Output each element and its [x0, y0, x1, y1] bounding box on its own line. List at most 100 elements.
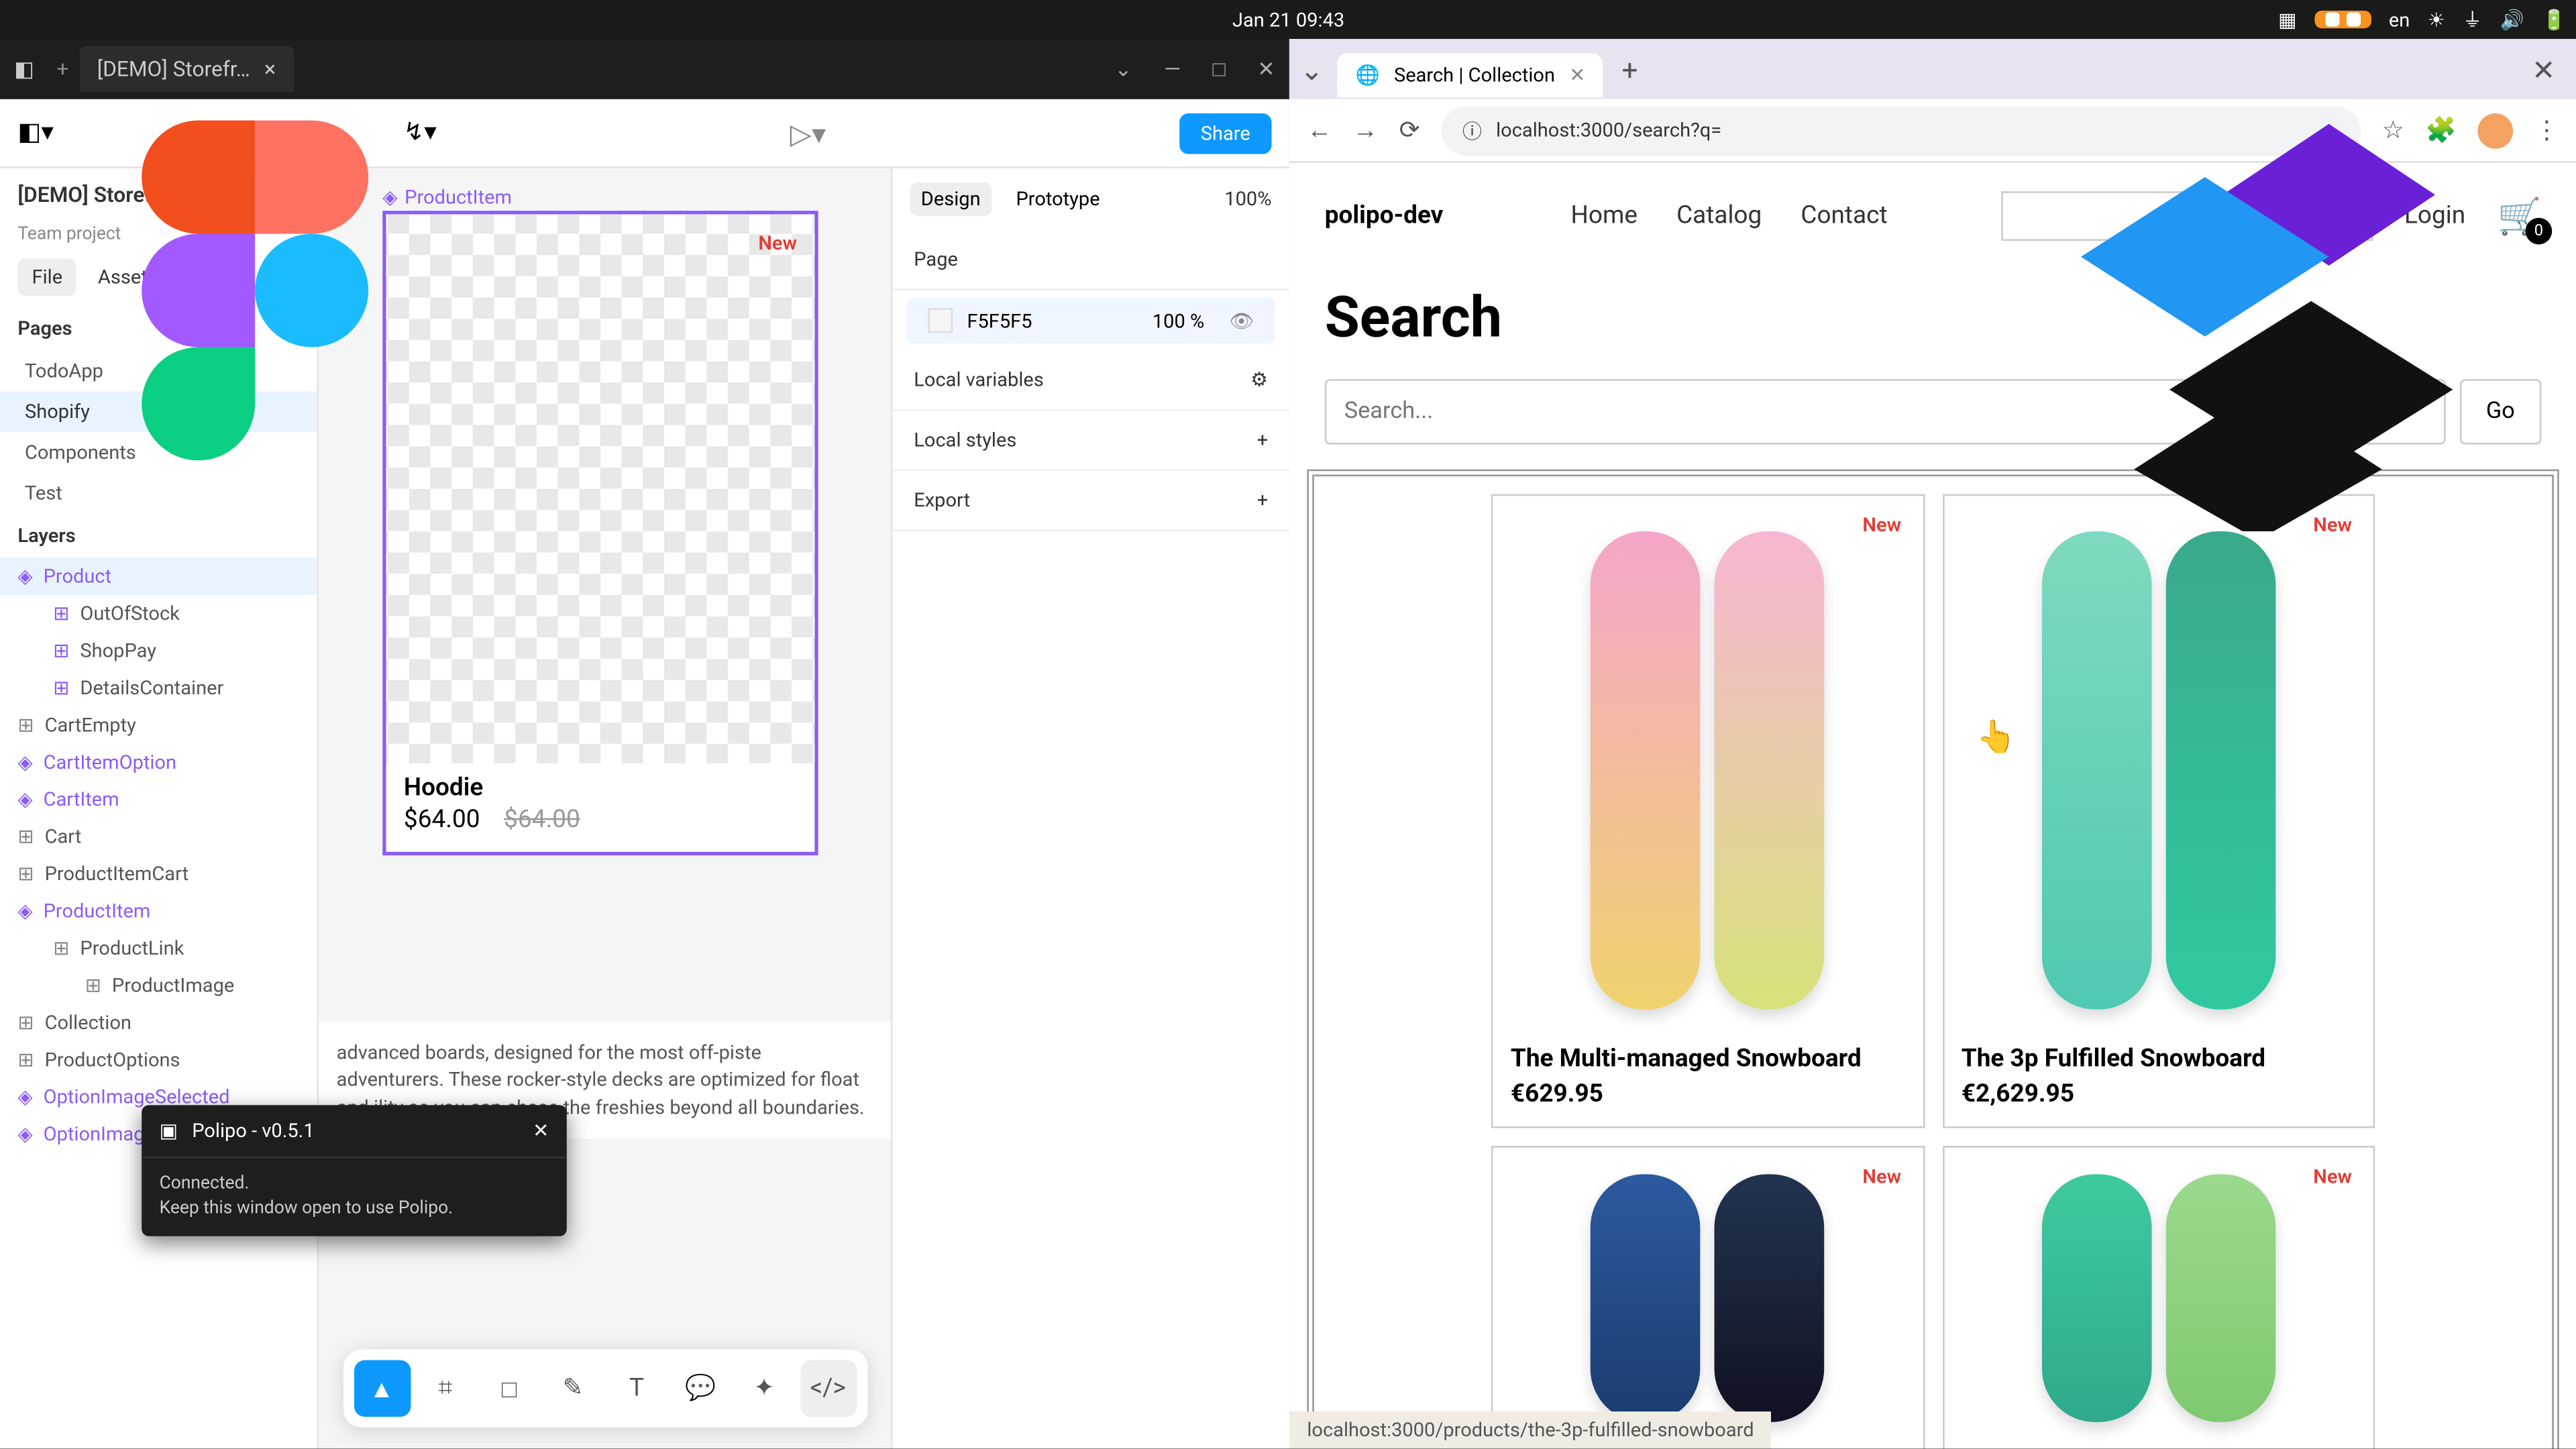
- os-tray: ▦ en ☀ ⏚ 🔊 🔋: [2278, 5, 2566, 34]
- shape-tool[interactable]: □: [481, 1360, 537, 1417]
- site-brand[interactable]: polipo-dev: [1325, 202, 1444, 230]
- layer-shoppay[interactable]: ⊞ShopPay: [0, 632, 317, 669]
- frame-tool[interactable]: ⌗: [417, 1360, 474, 1417]
- product-card[interactable]: New The 3p Fulfilled Snowboard €2,629.95: [1942, 494, 2375, 1128]
- product-card[interactable]: New: [1942, 1146, 2375, 1448]
- figma-menu-icon[interactable]: ◧▾: [17, 119, 54, 147]
- color-swatch[interactable]: [928, 308, 953, 333]
- workspace-indicator[interactable]: [2314, 11, 2371, 28]
- os-clock: Jan 21 09:43: [1232, 8, 1344, 31]
- figma-canvas[interactable]: ◈ProductItem New Hoodie $64.00 $64.00 ad…: [319, 168, 891, 1449]
- frame-icon: ⊞: [17, 825, 34, 848]
- settings-icon[interactable]: ⚙: [1250, 368, 1268, 391]
- tab-list-icon[interactable]: ⌄: [1300, 52, 1324, 86]
- plus-icon[interactable]: +: [1257, 429, 1269, 451]
- present-icon[interactable]: ▷▾: [790, 116, 826, 150]
- minimize-icon[interactable]: —: [1164, 56, 1181, 81]
- brightness-icon[interactable]: ☀: [2428, 8, 2445, 31]
- layer-cart[interactable]: ⊞Cart: [0, 818, 317, 855]
- close-icon[interactable]: ✕: [533, 1119, 549, 1142]
- layer-outofstock[interactable]: ⊞OutOfStock: [0, 595, 317, 632]
- layer-productimage[interactable]: ⊞ProductImage: [0, 967, 317, 1004]
- product-card[interactable]: New The Multi-managed Snowboard €629.95: [1491, 494, 1924, 1128]
- frame-icon: ⊞: [53, 937, 69, 960]
- layer-productlink[interactable]: ⊞ProductLink: [0, 930, 317, 967]
- layer-collection[interactable]: ⊞Collection: [0, 1004, 317, 1041]
- forward-button[interactable]: →: [1353, 115, 1378, 146]
- prototype-tab[interactable]: Prototype: [1006, 182, 1111, 216]
- polipo-plugin-window[interactable]: ▣ Polipo - v0.5.1 ✕ Connected. Keep this…: [142, 1105, 567, 1236]
- canvas-product-item[interactable]: New Hoodie $64.00 $64.00: [382, 211, 818, 855]
- tab-title: Search | Collection: [1394, 63, 1555, 86]
- color-hex[interactable]: F5F5F5: [967, 309, 1032, 332]
- browser-close-icon[interactable]: ✕: [2521, 52, 2566, 86]
- canvas-component-label[interactable]: ◈ProductItem: [382, 186, 512, 209]
- nav-catalog[interactable]: Catalog: [1676, 202, 1762, 230]
- maximize-icon[interactable]: □: [1213, 56, 1226, 81]
- page-test[interactable]: Test: [0, 473, 317, 514]
- figma-titlebar: ◧ + [DEMO] Storefr… × ⌄ — □ ✕: [0, 39, 1289, 99]
- layer-cartitemoption[interactable]: ◈CartItemOption: [0, 744, 317, 781]
- layer-cartempty[interactable]: ⊞CartEmpty: [0, 706, 317, 743]
- comment-tool[interactable]: 💬: [672, 1360, 729, 1417]
- design-tab[interactable]: Design: [910, 182, 991, 216]
- pen-tool[interactable]: ✎: [545, 1360, 601, 1417]
- close-tab-icon[interactable]: ×: [264, 56, 276, 81]
- color-opacity[interactable]: 100 %: [1152, 309, 1204, 332]
- nav-contact[interactable]: Contact: [1801, 202, 1887, 230]
- new-badge: New: [2313, 1165, 2352, 1188]
- export-section[interactable]: Export+: [893, 471, 1289, 531]
- share-button[interactable]: Share: [1179, 113, 1271, 154]
- wifi-icon[interactable]: ⏚: [2463, 5, 2482, 34]
- local-styles-section[interactable]: Local styles+: [893, 411, 1289, 471]
- profile-avatar[interactable]: [2477, 113, 2513, 148]
- lang-indicator[interactable]: en: [2389, 8, 2410, 31]
- site-info-icon[interactable]: ⓘ: [1462, 116, 1482, 144]
- visibility-icon[interactable]: 👁: [1229, 309, 1254, 332]
- back-button[interactable]: ←: [1307, 115, 1332, 146]
- plugin-title: Polipo - v0.5.1: [192, 1119, 314, 1142]
- url-text: localhost:3000/search?q=: [1496, 119, 1721, 142]
- close-window-icon[interactable]: ✕: [1257, 56, 1275, 81]
- figma-file-tab[interactable]: [DEMO] Storefr… ×: [79, 46, 293, 93]
- volume-icon[interactable]: 🔊: [2500, 8, 2524, 31]
- layer-product[interactable]: ◈Product: [0, 558, 317, 595]
- close-tab-icon[interactable]: ✕: [1569, 63, 1585, 86]
- chevron-down-icon[interactable]: ⌄: [1114, 56, 1132, 81]
- actions-tool[interactable]: ✦: [736, 1360, 792, 1417]
- layer-productitem[interactable]: ◈ProductItem: [0, 893, 317, 930]
- battery-icon[interactable]: 🔋: [2542, 8, 2566, 31]
- text-tool[interactable]: T: [608, 1360, 665, 1417]
- go-button[interactable]: Go: [2459, 379, 2541, 445]
- layer-cartitem[interactable]: ◈CartItem: [0, 781, 317, 818]
- new-tab-button[interactable]: +: [1610, 50, 1649, 89]
- frame-icon: ⊞: [53, 676, 69, 699]
- placeholder-image: [386, 214, 815, 763]
- menu-icon[interactable]: ⋮: [2534, 116, 2559, 144]
- component-icon: ◈: [17, 788, 32, 811]
- reload-button[interactable]: ⟳: [1399, 116, 1420, 144]
- local-variables-section[interactable]: Local variables⚙: [893, 351, 1289, 411]
- layer-productoptions[interactable]: ⊞ProductOptions: [0, 1041, 317, 1078]
- figma-logo-icon[interactable]: ◧: [14, 56, 39, 81]
- layer-details[interactable]: ⊞DetailsContainer: [0, 669, 317, 706]
- dev-mode-icon[interactable]: ↯▾: [403, 119, 437, 147]
- browser-tab[interactable]: 🌐 Search | Collection ✕: [1338, 52, 1603, 97]
- product-card[interactable]: New: [1491, 1146, 1924, 1448]
- page-bg-color[interactable]: F5F5F5 100 % 👁: [907, 298, 1275, 344]
- product-price: $64.00 $64.00: [386, 806, 815, 852]
- cart-icon[interactable]: 🛒0: [2498, 195, 2542, 237]
- frame-icon: ⊞: [17, 714, 34, 737]
- new-tab-icon[interactable]: +: [56, 56, 68, 81]
- nav-home[interactable]: Home: [1571, 202, 1638, 230]
- file-tab[interactable]: File: [17, 258, 76, 295]
- devmode-tool[interactable]: </>: [800, 1360, 856, 1417]
- figma-bottom-toolbar: ▲ ⌗ □ ✎ T 💬 ✦ </>: [343, 1350, 867, 1428]
- product-image: [1511, 1165, 1904, 1431]
- move-tool[interactable]: ▲: [354, 1360, 410, 1417]
- zoom-level[interactable]: 100%: [1224, 188, 1271, 211]
- plugin-icon: ▣: [160, 1119, 178, 1142]
- layer-productitemcart[interactable]: ⊞ProductItemCart: [0, 855, 317, 892]
- plus-icon[interactable]: +: [1257, 489, 1269, 512]
- grid-icon[interactable]: ▦: [2278, 8, 2296, 31]
